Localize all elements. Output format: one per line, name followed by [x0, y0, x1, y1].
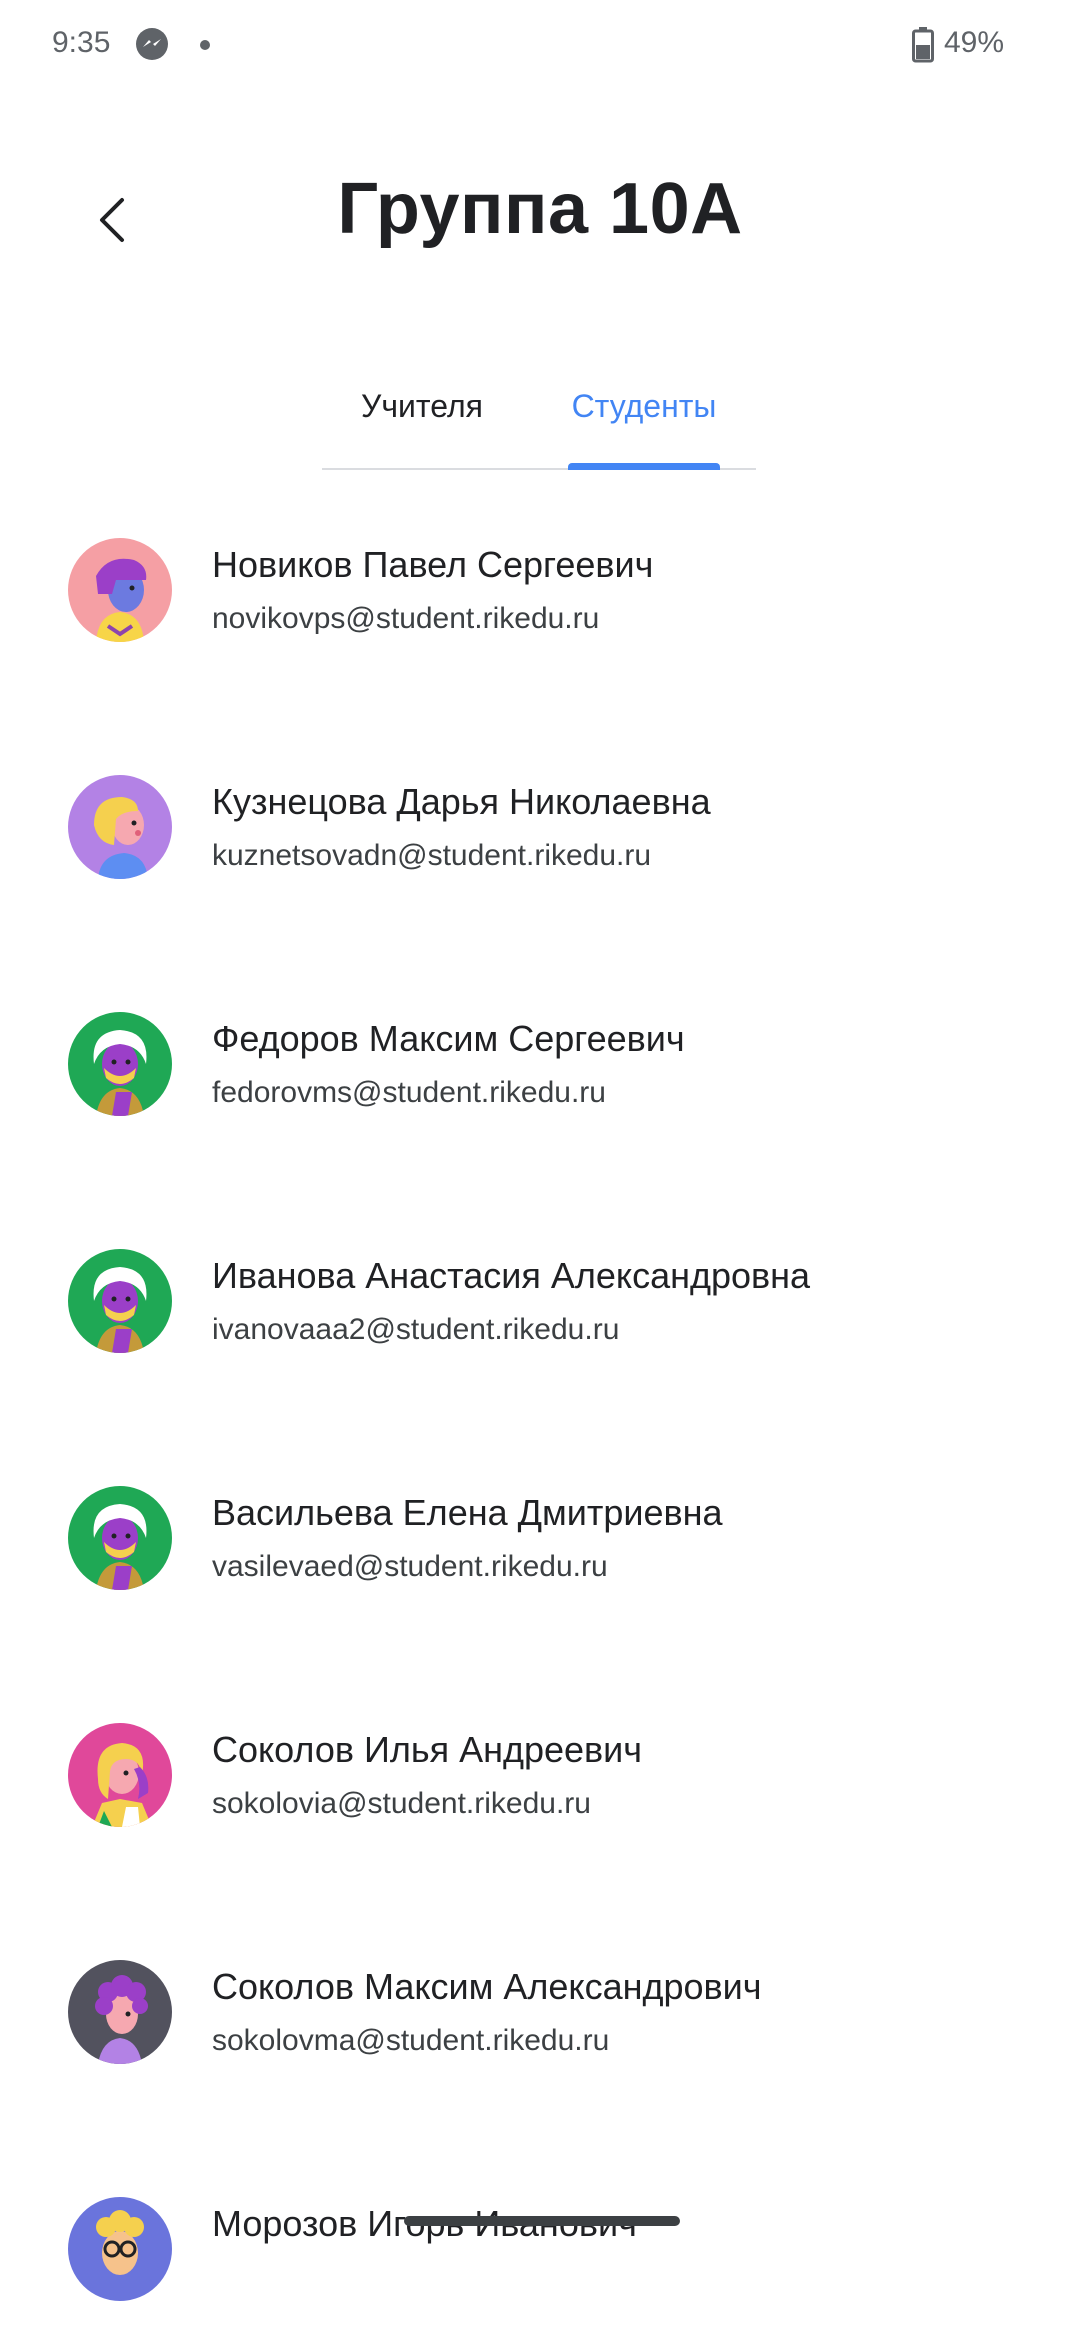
student-list-item[interactable]: Соколов Максим Александрович sokolovma@s…	[0, 1942, 1080, 2102]
student-email: kuznetsovadn@student.rikedu.ru	[212, 839, 652, 872]
avatar	[68, 2197, 172, 2301]
student-list-item[interactable]: Федоров Максим Сергеевич fedorovms@stude…	[0, 994, 1080, 1154]
student-email: sokolovia@student.rikedu.ru	[212, 1787, 591, 1820]
tab-students[interactable]: Студенты	[568, 378, 720, 470]
student-name: Соколов Максим Александрович	[212, 1966, 762, 2007]
student-list-item[interactable]: Иванова Анастасия Александровна ivanovaa…	[0, 1231, 1080, 1391]
student-name: Федоров Максим Сергеевич	[212, 1018, 685, 1059]
avatar-white-hair-icon	[68, 1249, 172, 1353]
battery-icon	[912, 27, 934, 63]
student-name: Васильева Елена Дмитриевна	[212, 1492, 723, 1533]
student-list-item[interactable]: Новиков Павел Сергеевич novikovps@studen…	[0, 520, 1080, 680]
messenger-icon	[136, 28, 168, 60]
avatar	[68, 775, 172, 879]
avatar	[68, 1249, 172, 1353]
avatar	[68, 1486, 172, 1590]
tab-bar: Учителя Студенты	[322, 378, 756, 470]
tab-teachers[interactable]: Учителя	[322, 378, 522, 470]
status-bar: 9:35 49%	[0, 0, 1080, 90]
student-name: Новиков Павел Сергеевич	[212, 544, 654, 585]
home-indicator[interactable]	[404, 2216, 680, 2226]
avatar	[68, 1723, 172, 1827]
avatar	[68, 1012, 172, 1116]
avatar-white-hair-icon	[68, 1486, 172, 1590]
avatar-yellow-hair-icon	[68, 775, 172, 879]
student-name: Кузнецова Дарья Николаевна	[212, 781, 711, 822]
student-list-item[interactable]: Морозов Игорь Иванович	[0, 2179, 1080, 2339]
status-time: 9:35	[52, 26, 111, 59]
student-email: novikovps@student.rikedu.ru	[212, 602, 600, 635]
avatar-purple-hair-icon	[68, 538, 172, 642]
student-list-item[interactable]: Кузнецова Дарья Николаевна kuznetsovadn@…	[0, 757, 1080, 917]
page-title: Группа 10А	[337, 169, 743, 249]
student-name: Соколов Илья Андреевич	[212, 1729, 643, 1770]
avatar-purple-curly-icon	[68, 1960, 172, 2064]
avatar-white-hair-icon	[68, 1012, 172, 1116]
student-email: sokolovma@student.rikedu.ru	[212, 2024, 610, 2057]
avatar-glasses-icon	[68, 2197, 172, 2301]
avatar	[68, 538, 172, 642]
avatar	[68, 1960, 172, 2064]
student-name: Иванова Анастасия Александровна	[212, 1255, 811, 1296]
avatar-blonde-hair-icon	[68, 1723, 172, 1827]
student-list-item[interactable]: Васильева Елена Дмитриевна vasilevaed@st…	[0, 1468, 1080, 1628]
student-email: fedorovms@student.rikedu.ru	[212, 1076, 606, 1109]
student-email: vasilevaed@student.rikedu.ru	[212, 1550, 608, 1583]
battery-percent: 49%	[944, 26, 1005, 59]
student-email: ivanovaaa2@student.rikedu.ru	[212, 1313, 620, 1346]
notification-dot-icon	[200, 40, 210, 50]
active-tab-indicator	[568, 463, 720, 470]
student-list-item[interactable]: Соколов Илья Андреевич sokolovia@student…	[0, 1705, 1080, 1865]
